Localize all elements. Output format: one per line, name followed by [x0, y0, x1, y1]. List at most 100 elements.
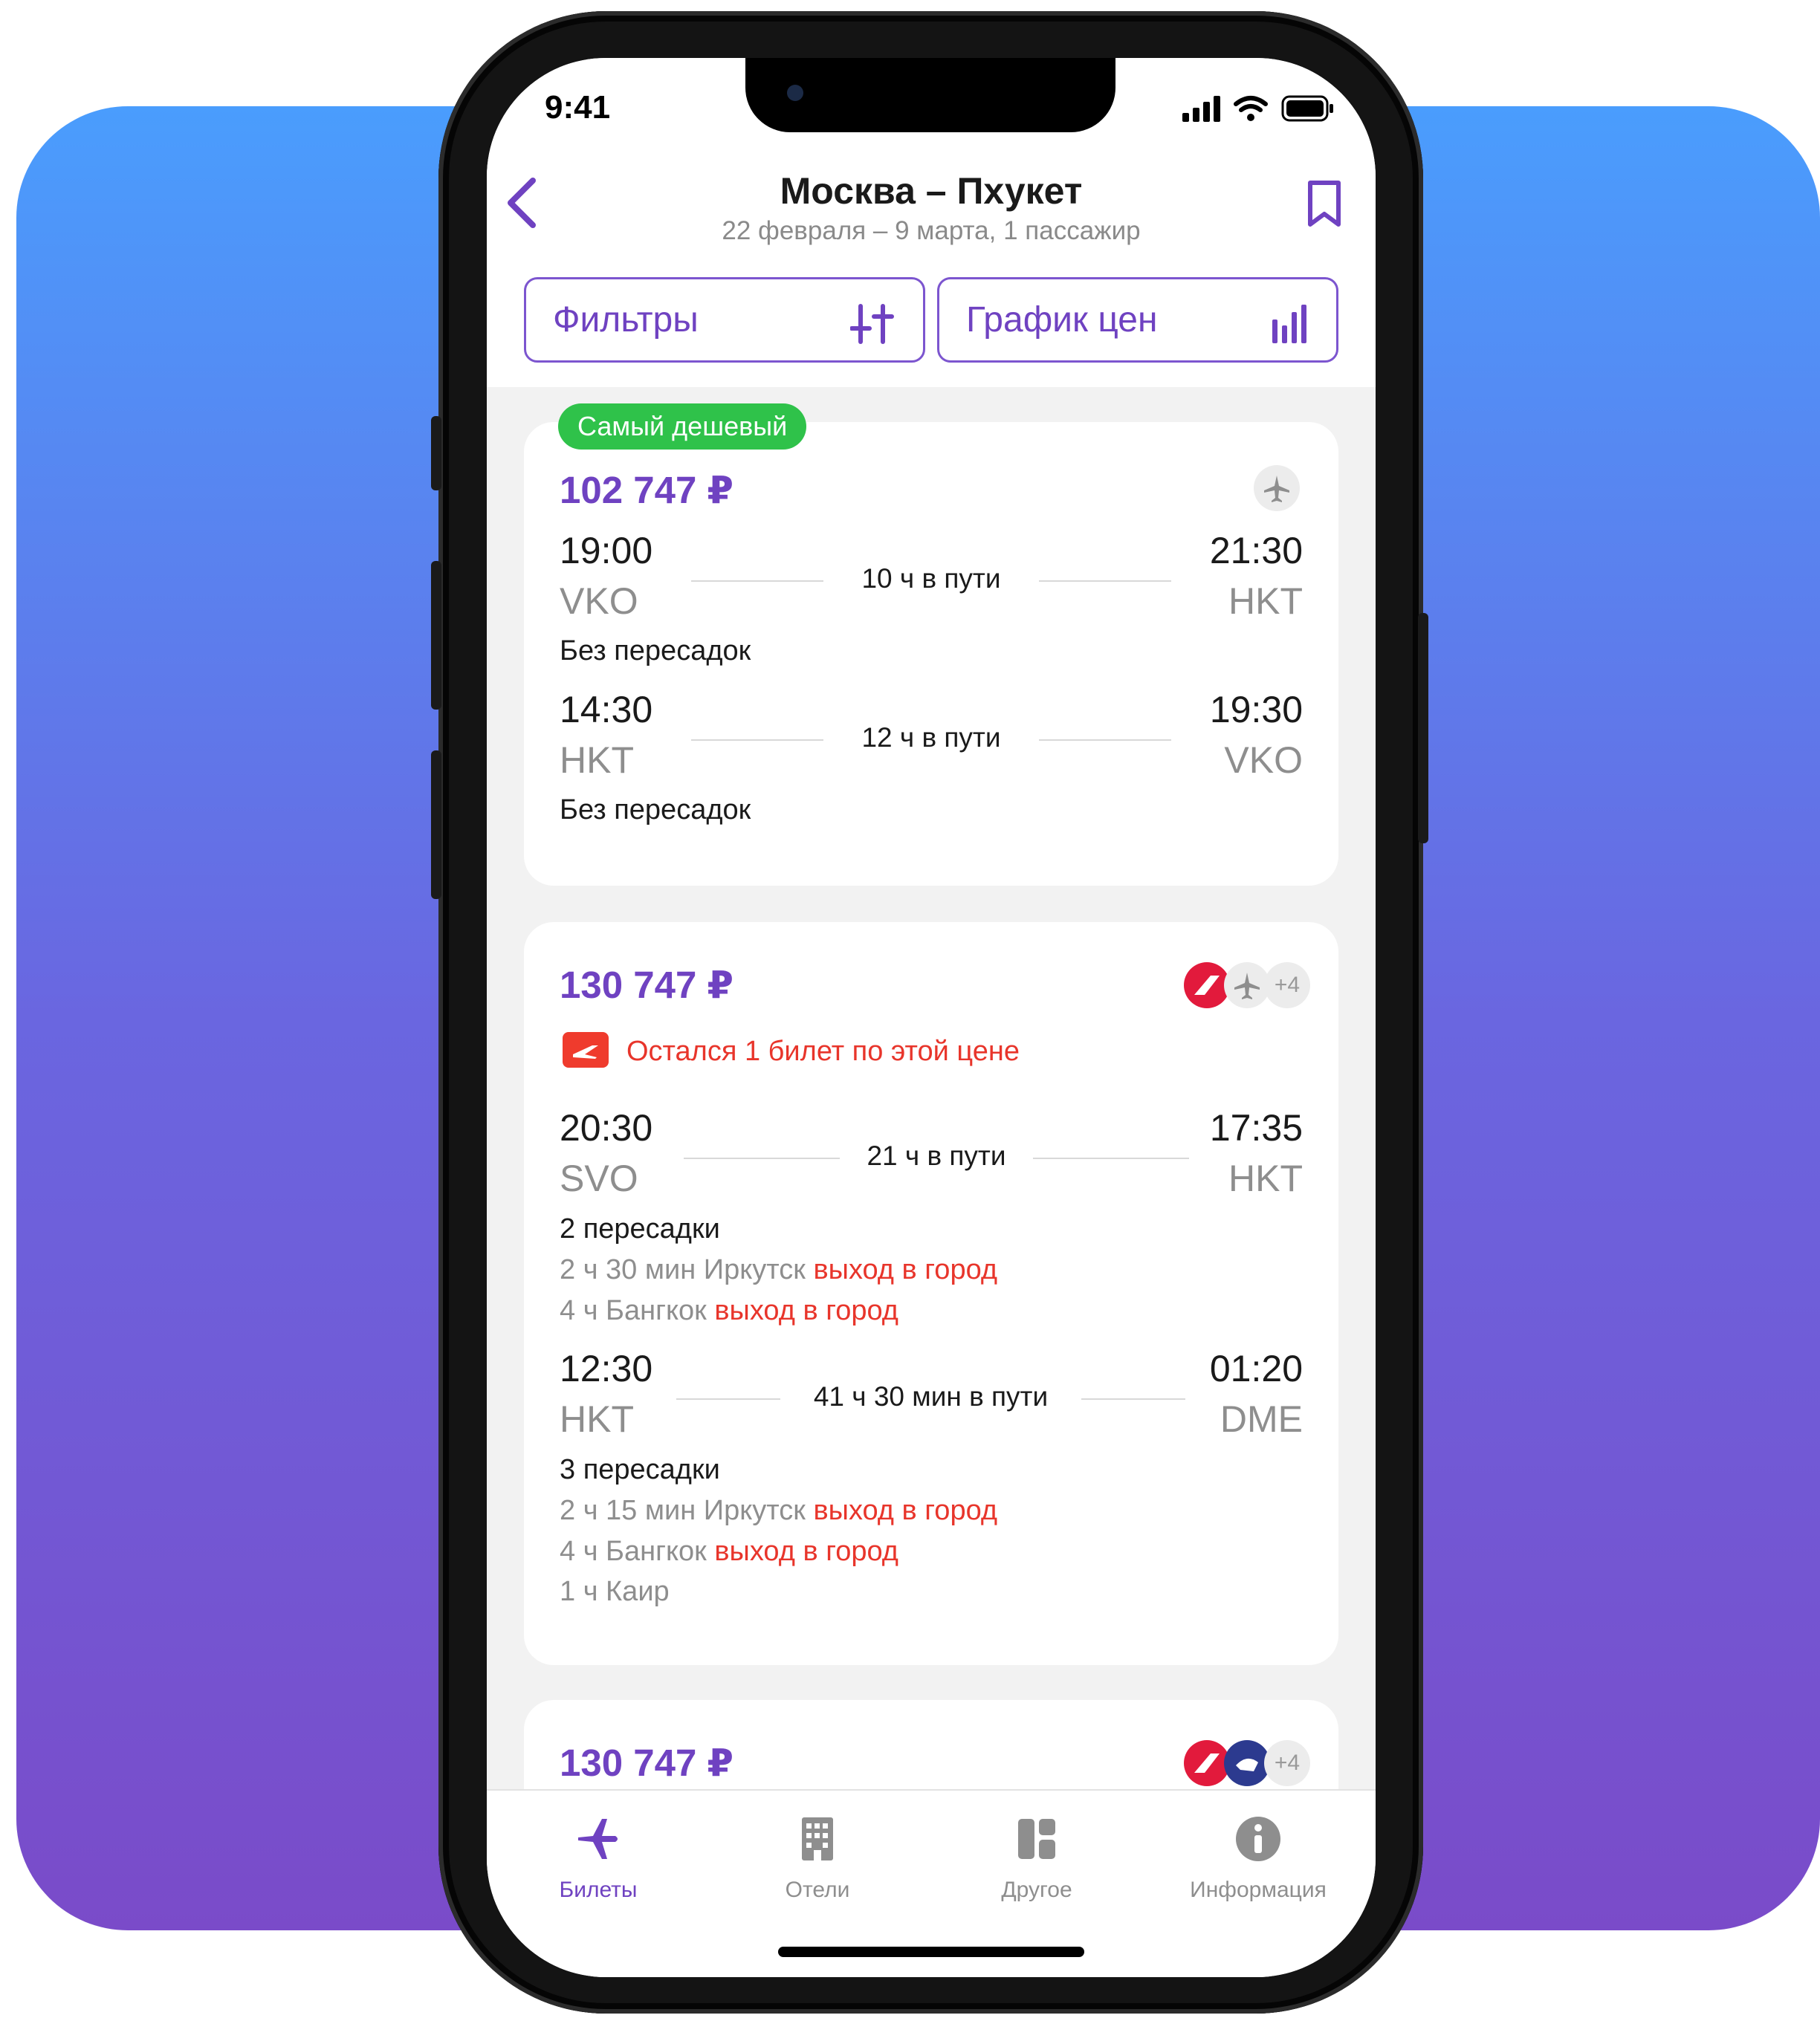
flight-duration: 10 ч в пути [861, 563, 1001, 594]
departure-airport: HKT [560, 1398, 634, 1440]
arrival-airport: DME [1220, 1398, 1303, 1440]
mute-switch [431, 416, 441, 490]
low-seats-alert: Остался 1 билет по этой цене [563, 1032, 1020, 1071]
flight-duration: 41 ч 30 мин в пути [813, 1381, 1049, 1412]
departure-airport: SVO [560, 1158, 638, 1199]
ticket-card-2[interactable]: 130 747 ₽ +4 Остался 1 билет по этой цен… [524, 922, 1338, 1665]
layover-text: 1 ч Каир [560, 1576, 670, 1607]
status-time: 9:41 [545, 89, 611, 126]
price-chart-button[interactable]: График цен [937, 277, 1338, 363]
tab-info[interactable]: Информация [1154, 1813, 1362, 1903]
route-line [676, 1398, 780, 1400]
status-icons [1182, 94, 1338, 127]
battery-icon [1281, 95, 1333, 122]
power-button [1418, 613, 1428, 843]
camera [787, 85, 803, 101]
tab-label: Информация [1190, 1878, 1327, 1902]
ticket-price: 130 747 ₽ [560, 964, 734, 1006]
arrival-time: 19:30 [1209, 689, 1303, 730]
arrival-airport: HKT [1228, 580, 1303, 622]
tab-tickets[interactable]: Билеты [494, 1813, 702, 1903]
sliders-icon [850, 304, 894, 344]
plane-takeoff-icon [563, 1032, 609, 1068]
layover-detail: 4 ч Бангкок выход в город [560, 1295, 898, 1327]
hotel-icon [802, 1817, 833, 1860]
layover-detail: 4 ч Бангкок выход в город [560, 1536, 898, 1568]
home-indicator [778, 1947, 1084, 1957]
layover-note: выход в город [813, 1495, 998, 1526]
departure-time: 19:00 [560, 530, 653, 571]
flight-duration: 12 ч в пути [861, 722, 1001, 753]
more-airlines-badge: +4 [1264, 962, 1310, 1008]
layover-detail: 2 ч 15 мин Иркутск выход в город [560, 1495, 997, 1527]
arrival-time: 21:30 [1209, 530, 1303, 571]
page-title: Москва – Пхукет [780, 170, 1083, 212]
airline-logo-red [1184, 962, 1230, 1008]
route-line [1081, 1398, 1185, 1400]
filters-button[interactable]: Фильтры [524, 277, 925, 363]
arrival-time: 01:20 [1209, 1348, 1303, 1389]
cheapest-badge: Самый дешевый [558, 403, 807, 450]
app-screen: 9:41 Москва – Пхукет 22 февраля – 9 март… [487, 58, 1376, 1977]
plane-icon [1234, 973, 1260, 999]
signal-icon [1182, 96, 1220, 122]
bar-chart-icon [1272, 305, 1306, 343]
bookmark-icon [1308, 181, 1341, 227]
route-line [691, 580, 823, 582]
layover-text: 4 ч Бангкок [560, 1536, 707, 1567]
flight-duration: 21 ч в пути [867, 1141, 1006, 1171]
bookmark-button[interactable] [1304, 178, 1344, 233]
layover-note: выход в город [813, 1254, 998, 1285]
layover-text: 2 ч 30 мин Иркутск [560, 1254, 806, 1285]
airline-logo-red [1184, 1740, 1230, 1786]
layover-text: 2 ч 15 мин Иркутск [560, 1495, 806, 1526]
wifi-icon [1234, 96, 1268, 112]
departure-time: 20:30 [560, 1107, 653, 1149]
route-line [684, 1158, 840, 1159]
stops-count: Без пересадок [560, 794, 751, 825]
tab-other[interactable]: Другое [933, 1813, 1141, 1903]
route-line [1039, 580, 1171, 582]
arrival-airport: VKO [1224, 739, 1303, 781]
alert-text: Остался 1 билет по этой цене [626, 1036, 1020, 1068]
arrival-airport: HKT [1228, 1158, 1303, 1199]
stops-count: 3 пересадки [560, 1454, 720, 1485]
airline-navy-icon [1236, 1758, 1258, 1771]
tab-label: Билеты [559, 1878, 638, 1902]
tab-label: Другое [1001, 1878, 1072, 1902]
airline-logo-navy [1224, 1740, 1270, 1786]
info-icon [1236, 1817, 1280, 1861]
layover-detail: 2 ч 30 мин Иркутск выход в город [560, 1254, 997, 1286]
tab-bar: Билеты Отели Другое Информация [487, 1789, 1376, 1977]
ticket-price: 102 747 ₽ [560, 469, 734, 511]
more-airlines-badge: +4 [1264, 1740, 1310, 1786]
arrival-time: 17:35 [1209, 1107, 1303, 1149]
route-line [1039, 739, 1171, 741]
volume-up-button [431, 561, 441, 710]
ticket-price: 130 747 ₽ [560, 1742, 734, 1784]
ticket-card-1[interactable]: 102 747 ₽ 19:00 10 ч в пути 21:30 VKO HK… [524, 422, 1338, 886]
departure-time: 14:30 [560, 689, 653, 730]
notch [745, 58, 1115, 132]
airline-logo [1254, 465, 1300, 511]
layover-text: 4 ч Бангкок [560, 1295, 707, 1326]
filters-label: Фильтры [553, 300, 699, 340]
route-line [691, 739, 823, 741]
plane-icon [1264, 476, 1289, 502]
volume-down-button [431, 750, 441, 899]
departure-time: 12:30 [560, 1348, 653, 1389]
route-line [1033, 1158, 1189, 1159]
grid-icon [1018, 1819, 1055, 1859]
departure-airport: HKT [560, 739, 634, 781]
tab-hotels[interactable]: Отели [713, 1813, 922, 1903]
layover-note: выход в город [714, 1536, 898, 1567]
stops-count: Без пересадок [560, 635, 751, 666]
page-subtitle: 22 февраля – 9 марта, 1 пассажир [722, 216, 1141, 245]
departure-airport: VKO [560, 580, 638, 622]
layover-note: выход в город [714, 1295, 898, 1326]
plane-icon [578, 1819, 618, 1859]
price-chart-label: График цен [966, 300, 1158, 340]
airline-logo [1224, 962, 1270, 1008]
tab-label: Отели [785, 1878, 850, 1902]
stops-count: 2 пересадки [560, 1213, 720, 1245]
